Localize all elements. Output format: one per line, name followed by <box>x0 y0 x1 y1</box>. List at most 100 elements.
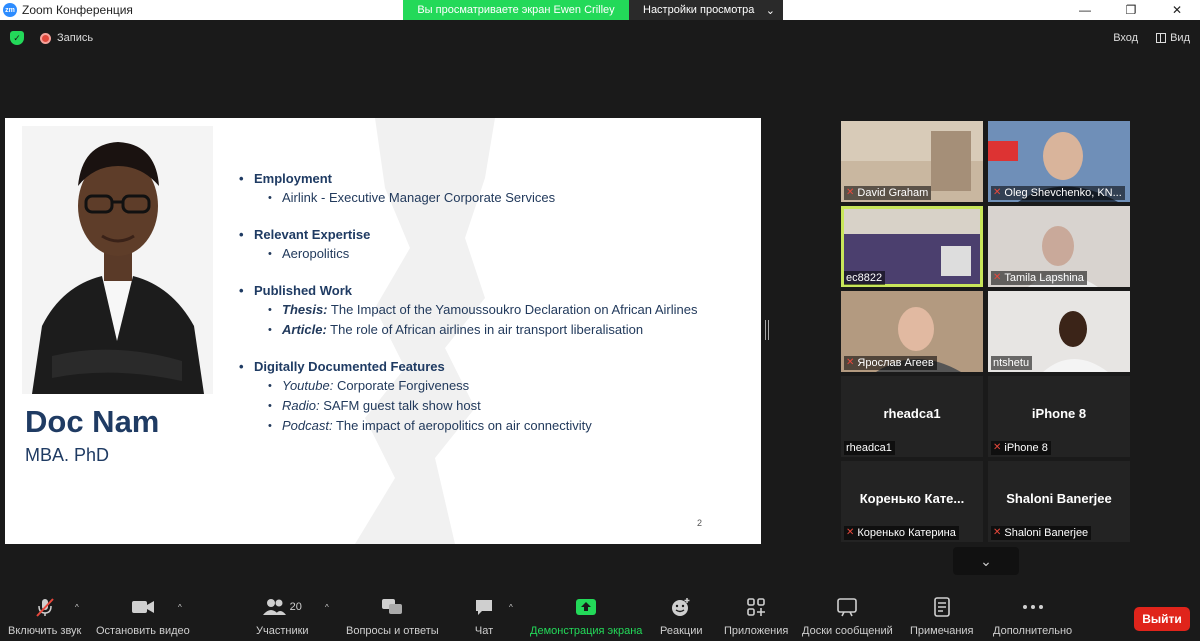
meeting-top-bar: ✓ Запись Вход Вид <box>0 22 1200 54</box>
recording-label: Запись <box>57 32 94 44</box>
section-title: Published Work <box>237 282 747 300</box>
participant-tile-active-speaker[interactable]: ec8822 <box>841 206 983 287</box>
chat-options-caret-icon[interactable]: ^ <box>509 603 513 612</box>
list-item: Radio: SAFM guest talk show host <box>237 396 747 416</box>
more-button[interactable]: Дополнительно <box>993 595 1072 641</box>
viewing-screen-text: Вы просматриваете экран Ewen Crilley <box>403 0 629 20</box>
chevron-down-icon: ⌄ <box>765 4 775 17</box>
chat-bubble-icon <box>474 595 494 619</box>
list-item: Article: The role of African airlines in… <box>237 320 747 340</box>
maximize-button[interactable]: ❐ <box>1108 0 1154 20</box>
participant-name-label: ✕ Ярослав Агеев <box>844 356 937 370</box>
security-shield-icon[interactable]: ✓ <box>10 31 24 45</box>
participant-name: David Graham <box>857 187 929 199</box>
chat-button[interactable]: Чат <box>474 595 494 641</box>
view-settings-label: Настройки просмотра <box>643 4 755 16</box>
reactions-label: Реакции <box>660 625 703 637</box>
qa-label: Вопросы и ответы <box>346 625 439 637</box>
participant-name: rheadca1 <box>846 442 892 454</box>
participant-name: Tamila Lapshina <box>1004 272 1084 284</box>
item-prefix: Radio: <box>282 398 320 413</box>
mic-off-icon <box>34 595 56 619</box>
panel-resize-handle[interactable] <box>765 320 769 340</box>
share-screen-icon <box>575 595 597 619</box>
participant-name: ntshetu <box>993 357 1030 369</box>
shared-screen-slide[interactable]: Doc Nam MBA. PhD Employment Airlink - Ex… <box>5 118 761 544</box>
qa-button[interactable]: Вопросы и ответы <box>346 595 439 641</box>
mic-muted-icon: ✕ <box>993 187 1002 198</box>
meeting-controls-bar: Включить звук ^ Остановить видео ^ 20 Уч… <box>0 595 1200 641</box>
gallery-next-page-button[interactable]: ⌄ <box>953 547 1019 575</box>
zoom-logo-icon: zm <box>3 3 17 17</box>
stop-video-label: Остановить видео <box>96 625 190 637</box>
presenter-degree: MBA. PhD <box>25 445 110 465</box>
participant-display-name: Коренько Кате... <box>859 491 965 506</box>
mic-muted-icon: ✕ <box>993 527 1002 538</box>
item-text: Corporate Forgiveness <box>333 378 470 393</box>
grid-view-icon <box>1156 33 1167 43</box>
participant-display-name: rheadca1 <box>883 406 941 421</box>
recording-indicator[interactable]: Запись <box>40 32 93 44</box>
list-item: Airlink - Executive Manager Corporate Se… <box>237 188 747 208</box>
item-prefix: Podcast: <box>282 418 333 433</box>
apps-button[interactable]: Приложения <box>724 595 788 641</box>
leave-meeting-button[interactable]: Выйти <box>1134 607 1190 631</box>
section-title: Digitally Documented Features <box>237 358 747 376</box>
participant-tile[interactable]: ✕ Oleg Shevchenko, KN... <box>988 121 1130 202</box>
view-settings-button[interactable]: Настройки просмотра ⌄ <box>629 0 783 20</box>
chat-label: Чат <box>474 625 494 637</box>
slide-page-number: 2 <box>697 518 703 528</box>
mic-muted-icon: ✕ <box>846 527 855 538</box>
notes-button[interactable]: Примечания <box>910 595 974 641</box>
section-title: Relevant Expertise <box>237 226 747 244</box>
list-item: Aeropolitics <box>237 244 747 264</box>
participant-tile[interactable]: ✕ Ярослав Агеев <box>841 291 983 372</box>
participant-tile[interactable]: Коренько Кате... ✕ Коренько Катерина <box>841 461 983 542</box>
participant-name-label: ntshetu <box>991 356 1033 370</box>
stop-video-button[interactable]: Остановить видео <box>96 595 190 641</box>
exit-fullscreen-button[interactable]: Вход <box>1113 32 1138 44</box>
view-button[interactable]: Вид <box>1156 32 1190 44</box>
zoom-window: zm Zoom Конференция — ❐ ✕ Вы просматрива… <box>0 0 1200 641</box>
app-title: Zoom Конференция <box>22 3 133 17</box>
participant-tile[interactable]: rheadca1 rheadca1 <box>841 376 983 457</box>
video-options-caret-icon[interactable]: ^ <box>178 603 182 612</box>
share-banner: Вы просматриваете экран Ewen Crilley Нас… <box>403 0 783 20</box>
item-text: Aeropolitics <box>282 246 350 261</box>
apps-label: Приложения <box>724 625 789 637</box>
close-window-button[interactable]: ✕ <box>1154 0 1200 20</box>
whiteboards-button[interactable]: Доски сообщений <box>802 595 893 641</box>
reactions-button[interactable]: Реакции <box>660 595 703 641</box>
whiteboards-label: Доски сообщений <box>802 625 893 637</box>
participants-options-caret-icon[interactable]: ^ <box>325 603 329 612</box>
participant-tile[interactable]: Shaloni Banerjee ✕ Shaloni Banerjee <box>988 461 1130 542</box>
item-text: SAFM guest talk show host <box>319 398 481 413</box>
slide-content: Employment Airlink - Executive Manager C… <box>237 170 747 454</box>
mic-muted-icon: ✕ <box>846 187 855 198</box>
list-item: Podcast: The impact of aeropolitics on a… <box>237 416 747 436</box>
participant-display-name: iPhone 8 <box>1031 406 1087 421</box>
minimize-button[interactable]: — <box>1062 0 1108 20</box>
window-controls: — ❐ ✕ <box>1062 0 1200 20</box>
participant-name-label: ✕ Shaloni Banerjee <box>991 526 1092 540</box>
unmute-label: Включить звук <box>8 625 82 637</box>
participants-button[interactable]: 20 Участники <box>256 595 309 641</box>
participant-name-label: ec8822 <box>844 271 886 285</box>
item-text: Airlink - Executive Manager Corporate Se… <box>282 190 556 205</box>
participant-tile[interactable]: ntshetu <box>988 291 1130 372</box>
item-prefix: Youtube: <box>282 378 334 393</box>
participant-name: iPhone 8 <box>1004 442 1048 454</box>
participants-count: 20 <box>289 601 302 613</box>
list-item: Youtube: Corporate Forgiveness <box>237 376 747 396</box>
participant-tile[interactable]: ✕ David Graham <box>841 121 983 202</box>
audio-options-caret-icon[interactable]: ^ <box>75 603 79 612</box>
participant-tile[interactable]: ✕ Tamila Lapshina <box>988 206 1130 287</box>
unmute-button[interactable]: Включить звук <box>8 595 81 641</box>
more-dots-icon <box>1022 595 1044 619</box>
participant-name: Коренько Катерина <box>857 527 956 539</box>
item-prefix: Thesis: <box>282 302 328 317</box>
more-label: Дополнительно <box>993 625 1073 637</box>
participant-tile[interactable]: iPhone 8 ✕ iPhone 8 <box>988 376 1130 457</box>
section-published-work: Published Work Thesis: The Impact of the… <box>237 282 747 340</box>
share-screen-button[interactable]: Демонстрация экрана <box>530 595 642 641</box>
